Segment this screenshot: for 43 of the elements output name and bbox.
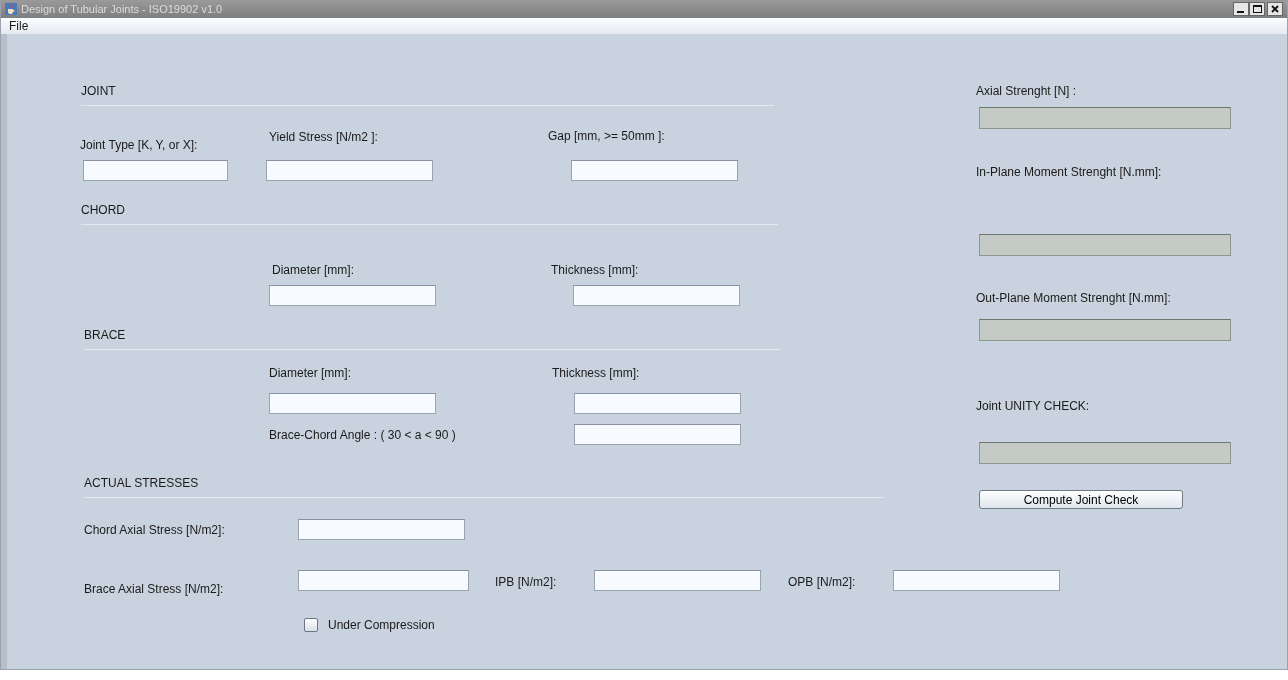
section-heading: ACTUAL STRESSES: [84, 476, 200, 490]
field-label: Yield Stress [N/m2 ]:: [269, 130, 379, 144]
minimize-button[interactable]: [1233, 2, 1249, 16]
result-label: Out-Plane Moment Strenght [N.mm]:: [976, 291, 1172, 305]
input-field[interactable]: [574, 424, 741, 445]
section-heading: CHORD: [81, 203, 126, 217]
input-field[interactable]: [573, 285, 740, 306]
section-heading: JOINT: [81, 84, 117, 98]
result-label: In-Plane Moment Strenght [N.mm]:: [976, 165, 1163, 179]
field-label: OPB [N/m2]:: [788, 575, 857, 589]
field-label: Thickness [mm]:: [551, 263, 640, 277]
menu-item[interactable]: File: [1, 19, 37, 33]
field-label: Brace Axial Stress [N/m2]:: [84, 582, 225, 596]
input-field[interactable]: [574, 393, 741, 414]
checkbox[interactable]: [304, 618, 318, 632]
field-label: Brace-Chord Angle : ( 30 < a < 90 ): [269, 427, 457, 442]
input-field[interactable]: [269, 393, 436, 414]
input-field[interactable]: [83, 160, 228, 181]
result-label: Joint UNITY CHECK:: [976, 399, 1091, 413]
field-label: IPB [N/m2]:: [495, 575, 558, 589]
field-label: Diameter [mm]:: [269, 366, 352, 380]
input-field[interactable]: [594, 570, 761, 591]
input-field[interactable]: [298, 570, 469, 591]
maximize-button[interactable]: [1249, 2, 1265, 16]
window-title: Design of Tubular Joints - ISO19902 v1.0: [21, 3, 224, 15]
close-button[interactable]: [1267, 2, 1283, 16]
field-label: Chord Axial Stress [N/m2]:: [84, 522, 226, 537]
field-label: Diameter [mm]:: [272, 263, 355, 277]
input-field[interactable]: [266, 160, 433, 181]
result-label: Axial Strenght [N] :: [976, 84, 1078, 98]
input-field[interactable]: [298, 519, 465, 540]
field-label: Thickness [mm]:: [552, 366, 641, 380]
compute-button[interactable]: Compute Joint Check: [979, 490, 1183, 509]
field-label: Joint Type [K, Y, or X]:: [80, 138, 199, 152]
app-icon: [5, 3, 17, 15]
checkbox-label: Under Compression: [328, 618, 435, 632]
field-label: Gap [mm, >= 50mm ]:: [548, 129, 666, 143]
close-icon: [1271, 5, 1279, 13]
input-field[interactable]: [571, 160, 738, 181]
section-heading: BRACE: [84, 328, 127, 342]
maximize-icon: [1252, 5, 1262, 13]
input-field[interactable]: [269, 285, 436, 306]
input-field[interactable]: [893, 570, 1060, 591]
